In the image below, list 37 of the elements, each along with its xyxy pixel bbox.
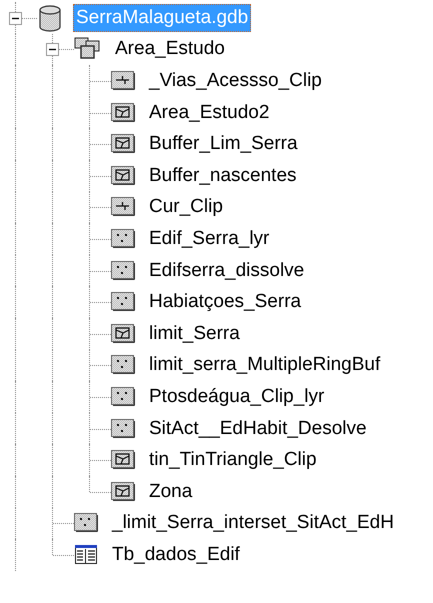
tree-item[interactable]: Edifserra_dissolve [146, 256, 308, 285]
tree-item[interactable]: Tb_dados_Edif [109, 540, 243, 569]
tree-item[interactable]: SitAct__EdHabit_Desolve [146, 414, 370, 443]
point-feature-icon [111, 386, 136, 407]
tree-item[interactable]: Area_Estudo2 [146, 98, 272, 127]
polygon-feature-icon [111, 134, 136, 154]
polygon-feature-icon [111, 450, 136, 470]
tree-item[interactable]: Cur_Clip [146, 193, 226, 222]
tree-item[interactable]: Ptosdeágua_Clip_lyr [146, 382, 328, 411]
tree-item[interactable]: tin_TinTriangle_Clip [146, 446, 320, 474]
point-feature-icon [74, 513, 99, 534]
point-feature-icon [111, 292, 136, 312]
polygon-feature-icon [111, 166, 136, 186]
point-feature-icon [111, 260, 136, 281]
database-icon [37, 4, 63, 32]
line-feature-icon [111, 197, 136, 218]
tree-item[interactable]: _Vias_Acessso_Clip [146, 66, 325, 95]
point-feature-icon [111, 355, 136, 376]
point-feature-icon [111, 228, 136, 249]
tree-item[interactable]: limit_Serra [146, 320, 243, 348]
tree-item[interactable]: Habiatçoes_Serra [146, 288, 304, 316]
tree-item[interactable]: Buffer_Lim_Serra [146, 130, 301, 158]
tree-item[interactable]: Area_Estudo [112, 35, 228, 64]
tree-item[interactable]: limit_serra_MultipleRingBuf [146, 351, 384, 380]
polygon-feature-icon [111, 324, 136, 344]
collapse-icon[interactable] [9, 12, 22, 25]
tree-item[interactable]: Edif_Serra_lyr [146, 224, 272, 253]
feature-dataset-icon [74, 37, 102, 62]
point-feature-icon [111, 418, 136, 439]
polygon-feature-icon [111, 482, 136, 502]
collapse-icon[interactable] [46, 43, 59, 56]
tree-item[interactable]: _limit_Serra_interset_SitAct_EdH [109, 509, 397, 538]
table-icon [74, 544, 99, 566]
tree-item[interactable]: Zona [146, 478, 196, 506]
line-feature-icon [111, 70, 136, 91]
tree-item[interactable]: Buffer_nascentes [146, 162, 300, 190]
polygon-feature-icon [111, 102, 136, 123]
